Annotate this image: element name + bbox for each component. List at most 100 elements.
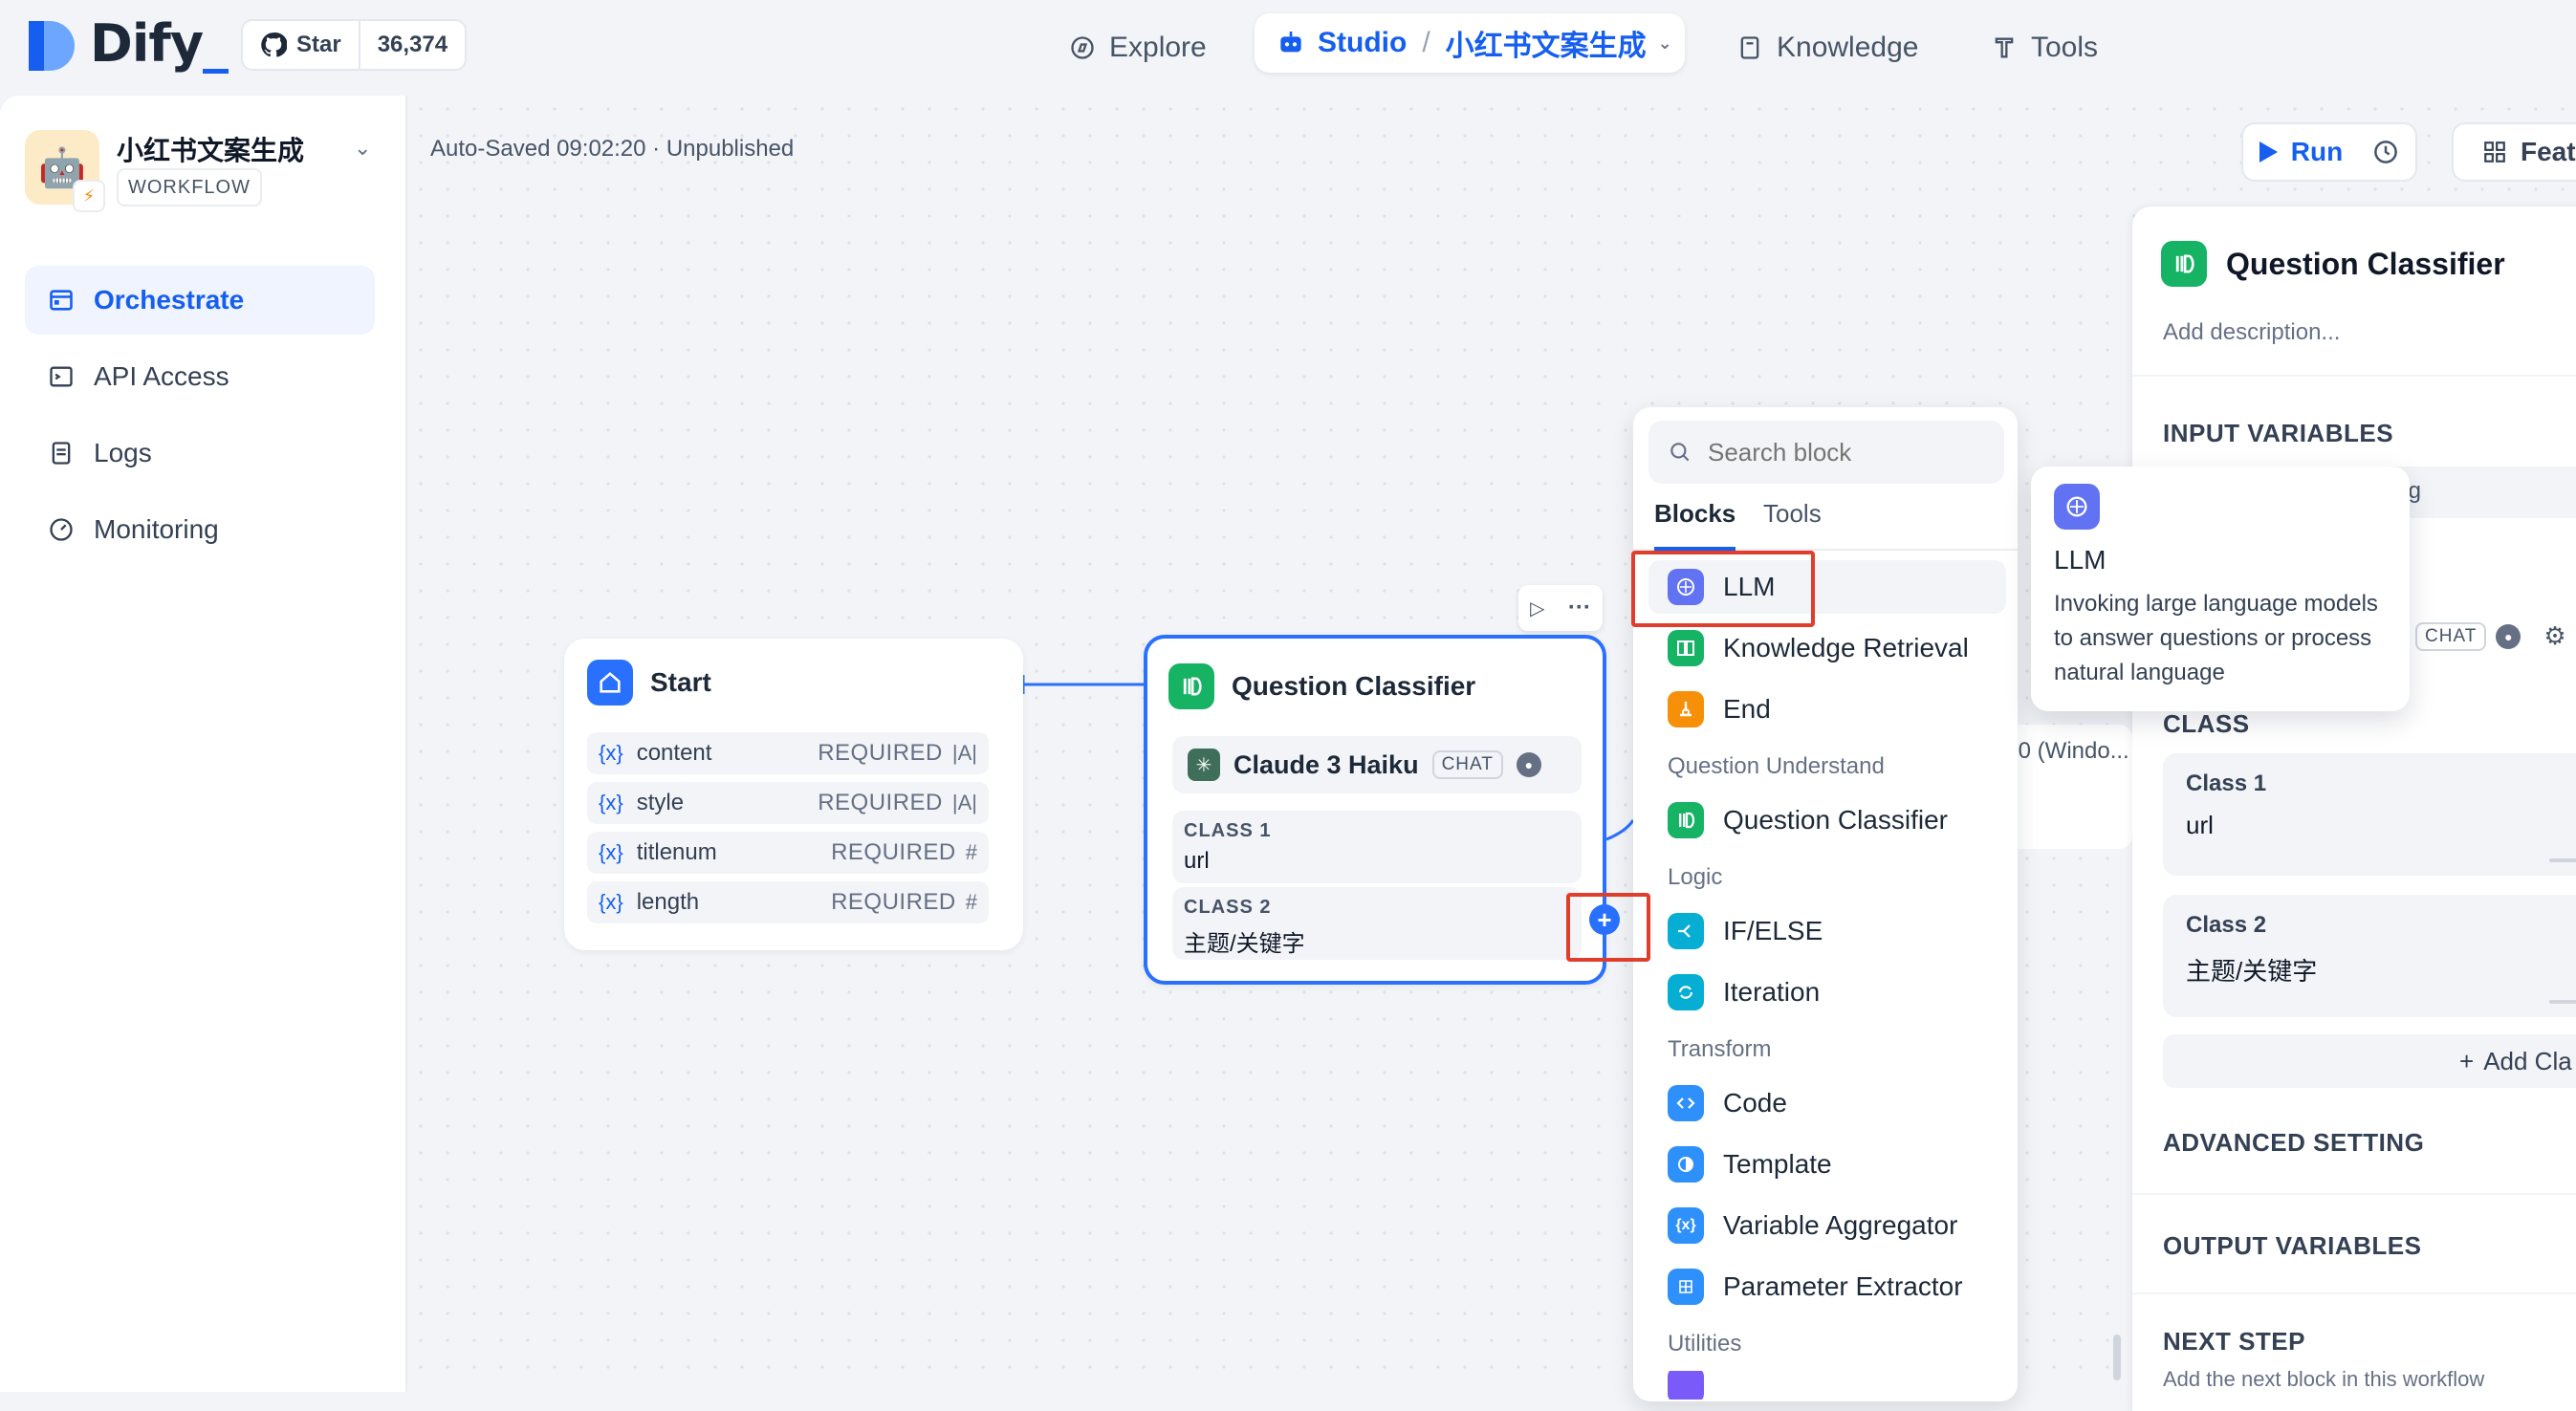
var-required: REQUIRED <box>831 889 956 915</box>
search-icon <box>1670 443 1690 462</box>
resize-grip-icon[interactable] <box>2549 858 2576 862</box>
divider <box>2132 1292 2576 1294</box>
branch-icon <box>1668 913 1704 949</box>
variable-icon: {x} <box>599 840 623 864</box>
group-utilities: Utilities <box>1668 1331 1742 1357</box>
class-item[interactable]: CLASS 1 url <box>1172 811 1582 883</box>
block-item-end[interactable]: End <box>1648 683 2006 736</box>
question-classifier-node[interactable]: Question Classifier ✳ Claude 3 Haiku CHA… <box>1144 635 1606 985</box>
model-mode-chip: CHAT <box>1431 750 1503 779</box>
start-node-title: Start <box>587 660 711 706</box>
var-type: |A| <box>951 741 977 765</box>
tooltip-description: Invoking large language models to answer… <box>2054 591 2378 685</box>
panel-class-label: Class 2 <box>2186 912 2267 938</box>
var-type: |A| <box>951 791 977 814</box>
model-name: Claude 3 Haiku <box>1233 749 1419 779</box>
start-var-row[interactable]: {x} style REQUIRED |A| <box>587 782 989 824</box>
edge-classifier-out <box>1605 819 1635 841</box>
start-var-row[interactable]: {x} content REQUIRED |A| <box>587 732 989 774</box>
panel-description-input[interactable]: Add description... <box>2163 319 2340 346</box>
block-item-code[interactable]: Code <box>1648 1076 2006 1130</box>
panel-class-value[interactable]: url <box>2186 811 2576 840</box>
knowledge-icon <box>1668 630 1704 666</box>
settings-sliders-icon[interactable]: ⚙ <box>2543 621 2565 651</box>
start-node[interactable]: Start {x} content REQUIRED |A| {x} style… <box>564 639 1023 950</box>
block-item-knowledge-retrieval[interactable]: Knowledge Retrieval <box>1648 621 2006 675</box>
canvas-scrollbar[interactable] <box>2113 1335 2121 1380</box>
anthropic-icon: ✳ <box>1188 749 1220 781</box>
block-item-template[interactable]: Template <box>1648 1138 2006 1191</box>
group-transform: Transform <box>1668 1036 1772 1062</box>
highlight-llm <box>1631 551 1815 627</box>
resize-grip-icon[interactable] <box>2549 1000 2576 1004</box>
model-selector[interactable]: ✳ Claude 3 Haiku CHAT ● <box>1172 736 1582 793</box>
tab-blocks[interactable]: Blocks <box>1654 499 1736 551</box>
panel-class-item[interactable]: Class 2 主题/关键字 <box>2163 895 2576 1017</box>
block-item-variable-aggregator[interactable]: {x} Variable Aggregator <box>1648 1199 2006 1252</box>
block-label: Question Classifier <box>1723 805 1948 835</box>
input-variables-heading: INPUT VARIABLES <box>2163 419 2394 447</box>
qc-title-label: Question Classifier <box>1232 671 1476 701</box>
qc-node-title: Question Classifier <box>1168 663 1475 709</box>
llm-tooltip: LLM Invoking large language models to an… <box>2031 467 2410 711</box>
block-item-parameter-extractor[interactable]: Parameter Extractor <box>1648 1260 2006 1313</box>
play-icon[interactable]: ▷ <box>1530 597 1544 620</box>
block-item-iteration[interactable]: Iteration <box>1648 966 2006 1019</box>
divider <box>2132 1193 2576 1195</box>
extractor-icon <box>1668 1269 1704 1305</box>
start-var-row[interactable]: {x} length REQUIRED # <box>587 881 989 923</box>
block-item-partial[interactable] <box>1648 1371 2006 1400</box>
selector-tabs: Blocks Tools <box>1633 499 2018 551</box>
var-type: # <box>965 890 977 914</box>
variable-icon: {x} <box>599 890 623 914</box>
http-icon <box>1668 1371 1704 1400</box>
var-required: REQUIRED <box>831 839 956 865</box>
node-config-panel: Question Classifier Add description... I… <box>2132 206 2576 1411</box>
var-name: length <box>636 889 700 915</box>
output-variables-heading[interactable]: OUTPUT VARIABLES <box>2163 1231 2421 1261</box>
block-item-if-else[interactable]: IF/ELSE <box>1648 904 2006 958</box>
block-label: Variable Aggregator <box>1723 1210 1958 1240</box>
class-heading: CLASS <box>2163 709 2250 738</box>
block-label: Template <box>1723 1149 1832 1179</box>
template-icon <box>1668 1146 1704 1183</box>
search-box[interactable] <box>1648 421 2004 484</box>
panel-class-label: Class 1 <box>2186 771 2267 796</box>
tab-tools[interactable]: Tools <box>1763 499 1822 547</box>
eye-icon: ● <box>1516 752 1541 777</box>
add-class-button[interactable]: + Add Cla <box>2163 1034 2576 1088</box>
var-name: content <box>636 740 712 766</box>
next-step-heading: NEXT STEP <box>2163 1327 2305 1356</box>
next-step-hint: Add the next block in this workflow <box>2163 1367 2485 1391</box>
llm-icon <box>2054 484 2100 530</box>
classifier-icon <box>1668 802 1704 838</box>
tooltip-title: LLM <box>2054 545 2107 575</box>
highlight-add-handle <box>1566 893 1650 962</box>
home-icon <box>587 660 633 706</box>
group-logic: Logic <box>1668 864 1723 890</box>
panel-class-value[interactable]: 主题/关键字 <box>2186 952 2576 988</box>
block-item-question-classifier[interactable]: Question Classifier <box>1648 793 2006 847</box>
block-label: Knowledge Retrieval <box>1723 633 1969 662</box>
variable-icon: {x} <box>1668 1207 1704 1244</box>
class-label: CLASS 1 <box>1184 820 1272 841</box>
block-label: IF/ELSE <box>1723 916 1823 945</box>
block-label: Parameter Extractor <box>1723 1271 1963 1301</box>
divider <box>2132 375 2576 377</box>
advanced-setting-heading[interactable]: ADVANCED SETTING <box>2163 1128 2424 1158</box>
more-icon[interactable]: ··· <box>1568 595 1591 621</box>
var-name: style <box>636 790 685 815</box>
class-item[interactable]: CLASS 2 主题/关键字 <box>1172 887 1582 960</box>
panel-class-item[interactable]: Class 1 url <box>2163 753 2576 876</box>
class-label: CLASS 2 <box>1184 897 1272 918</box>
background-node-text: .0 (Windo... <box>2012 738 2129 764</box>
classifier-icon <box>2161 241 2207 287</box>
classifier-icon <box>1168 663 1214 709</box>
class-value: url <box>1184 848 1210 874</box>
block-label: End <box>1723 694 1771 724</box>
start-var-row[interactable]: {x} titlenum REQUIRED # <box>587 832 989 874</box>
variable-icon: {x} <box>599 791 623 814</box>
search-input[interactable] <box>1706 436 1987 468</box>
plus-icon: + <box>2459 1046 2475 1075</box>
model-mode-chip: CHAT <box>2415 621 2487 651</box>
